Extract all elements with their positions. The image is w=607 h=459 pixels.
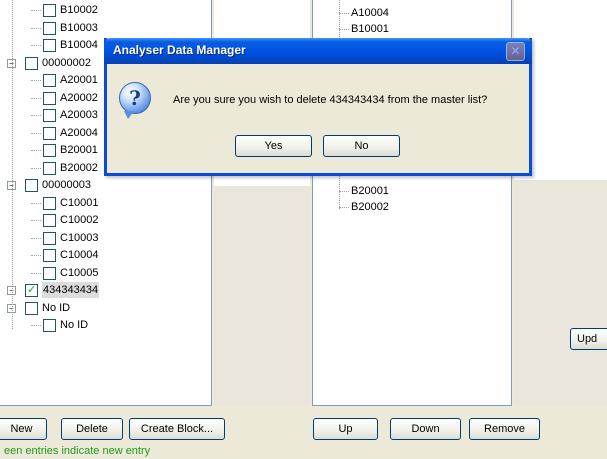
question-icon: ? xyxy=(119,82,151,119)
item-checkbox[interactable] xyxy=(43,39,56,52)
item-checkbox[interactable] xyxy=(25,282,38,298)
status-hint: een entries indicate new entry xyxy=(4,445,151,457)
item-checkbox[interactable] xyxy=(43,4,56,17)
tree-connector xyxy=(31,10,41,11)
tree-item[interactable]: C10001 xyxy=(0,195,211,211)
item-checkbox[interactable] xyxy=(43,231,56,245)
tree-item-label: C10004 xyxy=(60,249,99,261)
tree-item-label: B10004 xyxy=(60,39,98,51)
item-checkbox[interactable] xyxy=(43,249,56,262)
item-checkbox[interactable] xyxy=(43,74,56,87)
tree-connector xyxy=(31,132,41,134)
tree-connector xyxy=(31,255,41,256)
tree-connector xyxy=(31,80,41,81)
tree-item[interactable]: B10003 xyxy=(0,20,211,36)
tree-item-label: 434343434 xyxy=(42,282,100,298)
tree-connector xyxy=(31,220,41,221)
tree-connector xyxy=(12,0,13,329)
up-button[interactable]: Up xyxy=(313,418,378,440)
item-checkbox[interactable] xyxy=(43,161,56,175)
tree-item-label: A20003 xyxy=(60,109,98,121)
tree-item-label: C10001 xyxy=(60,196,99,209)
tree-item-label: B10003 xyxy=(60,21,98,34)
item-checkbox[interactable] xyxy=(43,144,56,157)
new-button[interactable]: New xyxy=(0,418,47,440)
item-checkbox[interactable] xyxy=(25,179,38,192)
item-checkbox[interactable] xyxy=(25,56,38,70)
tree-item-label: 00000002 xyxy=(42,56,91,69)
yes-button[interactable]: Yes xyxy=(235,135,312,157)
tree-item[interactable]: No ID xyxy=(0,317,211,333)
tree-item-label: B20002 xyxy=(60,161,98,174)
close-icon[interactable]: ✕ xyxy=(506,42,525,61)
tree-item[interactable]: C10005 xyxy=(0,265,211,281)
tree-connector xyxy=(31,150,41,151)
tree-item-label: 00000003 xyxy=(42,179,91,191)
tree-connector xyxy=(31,45,41,46)
tree-item-label: B10002 xyxy=(60,4,98,16)
confirm-delete-dialog: Analyser Data Manager ✕ ? Are you sure y… xyxy=(104,38,532,176)
tree-item-label: C10002 xyxy=(60,214,99,226)
tree-connector xyxy=(31,325,41,326)
item-checkbox[interactable] xyxy=(43,196,56,210)
tree-item-label: A20004 xyxy=(60,126,98,139)
item-checkbox[interactable] xyxy=(43,266,56,280)
delete-button[interactable]: Delete xyxy=(61,418,123,440)
item-checkbox[interactable] xyxy=(43,21,56,35)
tree-connector xyxy=(31,97,41,99)
tree-item[interactable]: C10003 xyxy=(0,230,211,246)
tree-item-label: A20002 xyxy=(60,91,98,104)
update-button[interactable]: Upd xyxy=(570,328,607,350)
tree-group-item[interactable]: −434343434 xyxy=(0,282,211,298)
create-block-button[interactable]: Create Block... xyxy=(129,418,225,440)
item-checkbox[interactable] xyxy=(43,319,56,332)
down-button[interactable]: Down xyxy=(390,418,461,440)
dialog-title: Analyser Data Manager xyxy=(113,43,246,57)
tree-connector xyxy=(31,27,41,29)
tree-item-label: B20001 xyxy=(60,144,98,156)
tree-item-label: No ID xyxy=(42,301,71,314)
tree-item-label: C10003 xyxy=(60,231,99,244)
tree-item[interactable]: C10004 xyxy=(0,247,211,263)
item-checkbox[interactable] xyxy=(25,301,38,315)
tree-item[interactable]: C10002 xyxy=(0,212,211,228)
tree-connector xyxy=(31,167,41,169)
background-region xyxy=(514,180,607,406)
tree-group-item[interactable]: − No ID xyxy=(0,300,211,316)
item-checkbox[interactable] xyxy=(43,91,56,105)
dialog-message: Are you sure you wish to delete 43434343… xyxy=(173,94,488,106)
dialog-titlebar[interactable]: Analyser Data Manager ✕ xyxy=(104,38,532,64)
background-region xyxy=(214,192,254,406)
item-checkbox[interactable] xyxy=(43,214,56,227)
item-checkbox[interactable] xyxy=(43,109,56,122)
remove-button[interactable]: Remove xyxy=(469,418,540,440)
tree-group-item[interactable]: −00000003 xyxy=(0,177,211,193)
no-button[interactable]: No xyxy=(323,135,400,157)
tree-connector xyxy=(31,115,41,116)
tree-connector xyxy=(31,202,41,204)
tree-item-label: C10005 xyxy=(60,266,99,279)
tree-item-label: No ID xyxy=(60,319,89,331)
tree-connector xyxy=(31,272,41,274)
item-checkbox[interactable] xyxy=(43,126,56,140)
tree-connector xyxy=(31,237,41,239)
tree-item[interactable]: B10002 xyxy=(0,2,211,18)
tree-item-label: A20001 xyxy=(60,74,98,86)
